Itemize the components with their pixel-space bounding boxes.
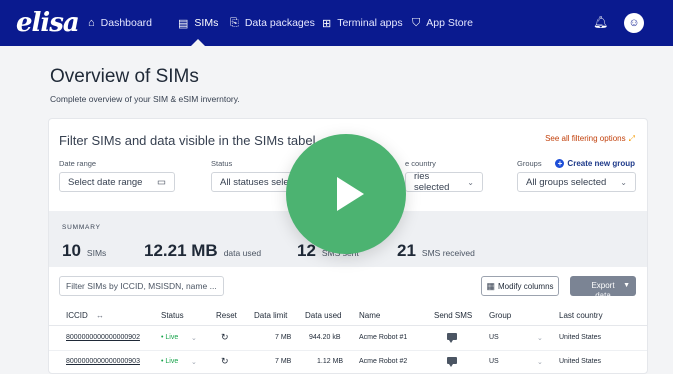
resize-icon: ↔ [96, 311, 105, 320]
see-all-filters-link[interactable]: See all filtering options ⤢ [545, 134, 635, 144]
nav-dashboard[interactable]: ⌂ Dashboard [88, 0, 152, 46]
chevron-down-icon[interactable]: ⌄ [191, 334, 197, 342]
table-divider [49, 325, 647, 326]
table-row[interactable]: 8000000000000000902 • Live ⌄ ↻ 7 MB 944.… [49, 327, 647, 351]
chevron-down-icon: ⌄ [467, 177, 474, 187]
col-status[interactable]: Status [161, 311, 184, 320]
last-country-value: United States [559, 358, 602, 365]
create-group-button[interactable]: + Create new group [555, 159, 635, 168]
expand-icon: ⤢ [628, 134, 635, 143]
columns-icon: ▦ [486, 280, 495, 291]
groups-select[interactable]: All groups selected ⌄ [517, 172, 636, 192]
col-iccid[interactable]: ICCID ↔ [66, 311, 104, 320]
page-title: Overview of SIMs [50, 66, 199, 87]
country-value: ries selected [414, 171, 450, 193]
iccid-link[interactable]: 8000000000000000902 [66, 334, 140, 341]
logo[interactable]: elisa [16, 8, 80, 38]
data-limit-value: 7 MB [275, 334, 292, 341]
nav-data-packages[interactable]: ⎘ Data packages [230, 0, 315, 46]
message-icon[interactable] [447, 357, 457, 367]
sims-count: 10 [62, 241, 81, 260]
chevron-down-icon[interactable]: ⌄ [191, 358, 197, 366]
status-label: Status [211, 159, 233, 168]
sms-received-unit: SMS received [421, 248, 475, 258]
summary-label: SUMMARY [62, 224, 101, 231]
sms-received-value: 21 [397, 241, 416, 260]
reset-icon[interactable]: ↻ [221, 332, 229, 343]
nav-sims[interactable]: ▤ SIMs [178, 0, 218, 46]
col-reset[interactable]: Reset [216, 311, 237, 320]
data-used-unit: data used [223, 248, 262, 258]
date-range-value: Select date range [68, 176, 143, 188]
col-iccid-label: ICCID [66, 311, 88, 320]
data-used-value: 944.20 kB [309, 334, 341, 341]
user-icon: ☺ [628, 17, 640, 29]
groups-value: All groups selected [526, 176, 607, 188]
calendar-icon: ▭ [157, 176, 166, 188]
stat-sims: 10 SIMs [62, 241, 106, 261]
grid-icon: ⊞ [322, 17, 332, 30]
chevron-down-icon: ⌄ [620, 177, 627, 187]
nav-app-store[interactable]: ⛉ App Store [412, 0, 473, 46]
sim-icon: ▤ [178, 17, 189, 30]
sim-name: Acme Robot #1 [359, 334, 408, 341]
see-all-label: See all filtering options [545, 134, 626, 143]
date-range-picker[interactable]: Select date range ▭ [59, 172, 175, 192]
table-row[interactable]: 8000000000000000903 • Live ⌄ ↻ 7 MB 1.12… [49, 351, 647, 374]
col-data-limit[interactable]: Data limit [254, 311, 287, 320]
iccid-link[interactable]: 8000000000000000903 [66, 358, 140, 365]
country-select[interactable]: ries selected ⌄ [405, 171, 483, 193]
play-icon [336, 177, 364, 211]
data-used-value: 1.12 MB [317, 358, 344, 365]
country-label: e country [405, 159, 436, 168]
search-input[interactable]: Filter SIMs by ICCID, MSISDN, name ... [59, 276, 224, 296]
modify-columns-label: Modify columns [497, 281, 554, 291]
chevron-down-icon[interactable]: ⌄ [537, 358, 543, 366]
modify-columns-button[interactable]: ▦ Modify columns [481, 276, 559, 296]
nav-sims-label: SIMs [194, 17, 219, 29]
status-value[interactable]: • Live [161, 358, 178, 365]
export-button[interactable]: Export data ▼ [570, 276, 636, 296]
chevron-down-icon[interactable]: ⌄ [537, 334, 543, 342]
stat-data-used: 12.21 MB data used [144, 241, 261, 261]
filter-title: Filter SIMs and data visible in the SIMs… [59, 133, 316, 148]
sim-name: Acme Robot #2 [359, 358, 408, 365]
col-data-used[interactable]: Data used [305, 311, 341, 320]
data-limit-value: 7 MB [275, 358, 292, 365]
status-value: All statuses selec [220, 176, 294, 188]
caret-down-icon: ▼ [623, 282, 630, 289]
reset-icon[interactable]: ↻ [221, 356, 229, 367]
nav-dashboard-label: Dashboard [100, 17, 153, 29]
stat-sms-received: 21 SMS received [397, 241, 475, 261]
col-send-sms[interactable]: Send SMS [434, 311, 472, 320]
col-group[interactable]: Group [489, 311, 511, 320]
export-label: Export data [591, 281, 615, 296]
nav-terminal-apps-label: Terminal apps [337, 17, 403, 29]
plus-icon: + [555, 159, 565, 168]
group-value[interactable]: US [489, 358, 499, 365]
message-icon[interactable] [447, 333, 457, 343]
sims-unit: SIMs [86, 248, 107, 258]
status-value[interactable]: • Live [161, 334, 178, 341]
group-value[interactable]: US [489, 334, 499, 341]
nav-data-packages-label: Data packages [244, 17, 315, 29]
play-button[interactable] [286, 134, 406, 254]
groups-label: Groups [517, 159, 542, 168]
avatar[interactable]: ☺ [624, 13, 644, 33]
page-subtitle: Complete overview of your SIM & eSIM inv… [50, 94, 240, 104]
date-range-label: Date range [59, 159, 97, 168]
data-used-value: 12.21 MB [144, 241, 218, 260]
col-last-country[interactable]: Last country [559, 311, 603, 320]
bell-icon[interactable]: 🔔︎ [593, 15, 608, 29]
home-icon: ⌂ [88, 17, 95, 29]
last-country-value: United States [559, 334, 602, 341]
package-icon: ⎘ [230, 16, 239, 29]
nav-terminal-apps[interactable]: ⊞ Terminal apps [322, 0, 403, 46]
col-name[interactable]: Name [359, 311, 380, 320]
nav-app-store-label: App Store [426, 17, 473, 29]
cart-icon: ⛉ [412, 16, 421, 29]
create-group-label: Create new group [567, 159, 635, 168]
top-navbar: elisa ⌂ Dashboard ▤ SIMs ⎘ Data packages… [0, 0, 673, 46]
